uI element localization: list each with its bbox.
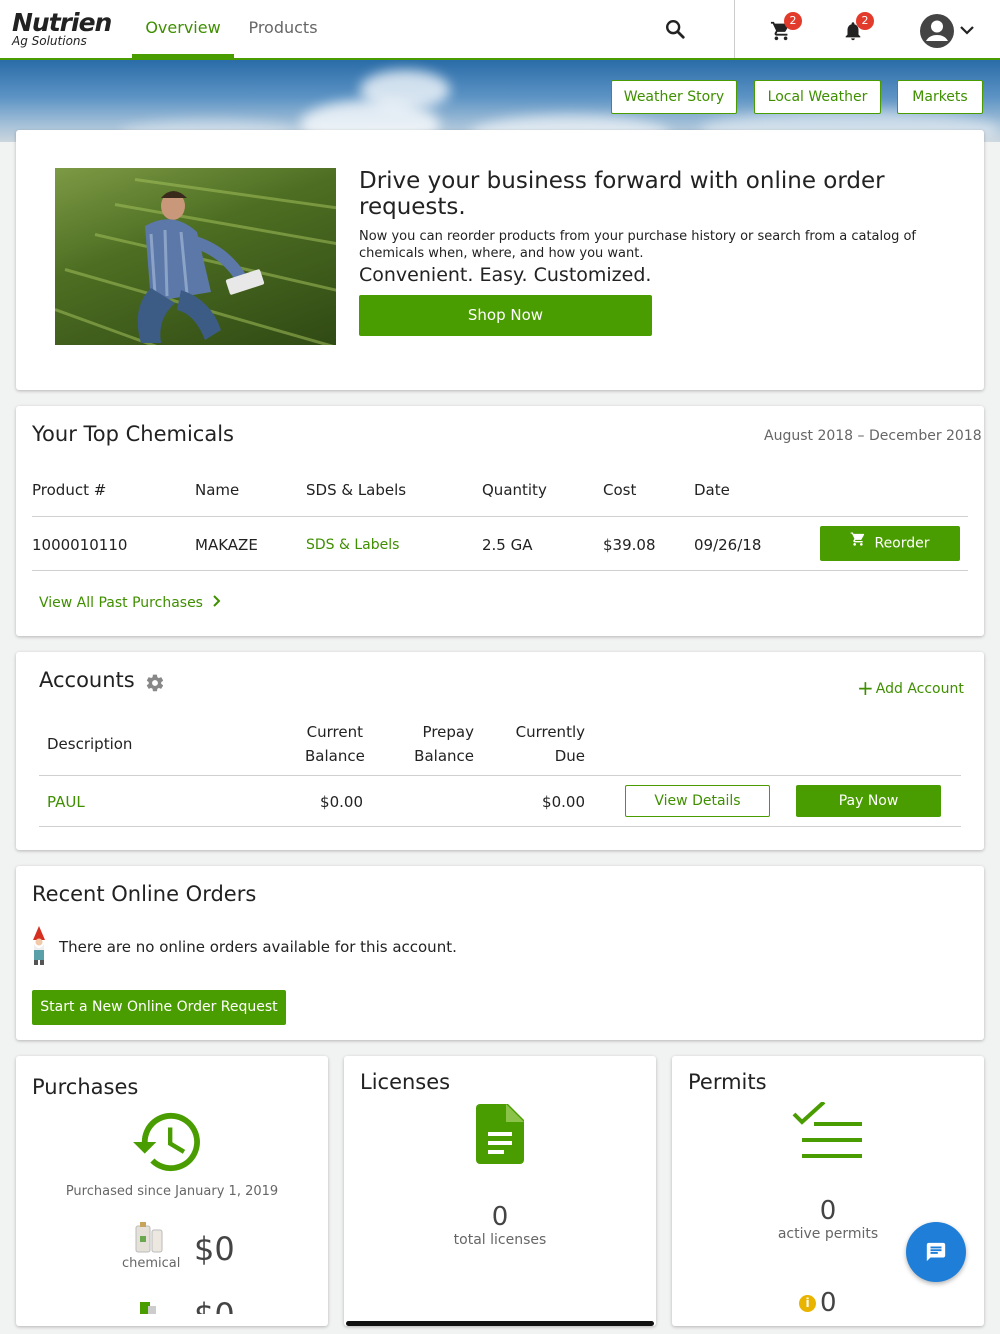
column-header-sds: SDS & Labels (306, 481, 407, 499)
no-orders-message: There are no online orders available for… (59, 938, 457, 956)
checklist-icon (792, 1100, 864, 1168)
view-all-label: View All Past Purchases (39, 595, 203, 611)
chemical-label: chemical (122, 1256, 181, 1271)
cart-count-badge: 2 (784, 12, 802, 30)
column-header-description: Description (47, 735, 133, 753)
purchases-since-text: Purchased since January 1, 2019 (65, 1184, 279, 1199)
table-header-divider (32, 516, 968, 517)
account-name-link[interactable]: PAUL (47, 793, 85, 811)
weather-story-button[interactable]: Weather Story (611, 80, 737, 114)
sds-labels-link[interactable]: SDS & Labels (306, 537, 399, 553)
notifications-button[interactable]: 2 (838, 12, 874, 46)
info-warning-icon: i (799, 1295, 816, 1312)
home-indicator (346, 1321, 654, 1326)
chevron-down-icon[interactable] (956, 15, 978, 45)
column-header-date: Date (694, 481, 730, 499)
start-new-order-button[interactable]: Start a New Online Order Request (32, 990, 286, 1025)
history-icon (132, 1110, 204, 1178)
tab-overview[interactable]: Overview (132, 0, 234, 58)
tab-products[interactable]: Products (236, 0, 330, 58)
column-header-current-2: Balance (305, 747, 365, 765)
chat-icon (926, 1242, 946, 1262)
add-account-button[interactable]: + Add Account (857, 676, 964, 700)
local-weather-button[interactable]: Local Weather (754, 80, 881, 114)
notification-count-badge: 2 (856, 12, 874, 30)
gnome-icon (30, 926, 48, 970)
purchases-second-row: $0 (16, 1296, 328, 1314)
column-header-product: Product # (32, 481, 107, 499)
license-count: 0 (491, 1202, 509, 1232)
column-header-cost: Cost (603, 481, 637, 499)
chat-button[interactable] (906, 1222, 966, 1282)
logo-wordmark: Nutrien (12, 8, 112, 37)
column-header-current-1: Current (306, 723, 363, 741)
cart-button[interactable]: 2 (766, 12, 802, 46)
top-navigation-bar: Nutrien Ag Solutions Overview Products 2… (0, 0, 1000, 60)
plus-icon: + (857, 676, 874, 700)
promo-title: Drive your business forward with online … (359, 168, 885, 220)
top-chemicals-title: Your Top Chemicals (32, 422, 234, 446)
column-header-prepay-1: Prepay (422, 723, 474, 741)
column-header-prepay-2: Balance (414, 747, 474, 765)
promo-tagline: Convenient. Easy. Customized. (359, 264, 652, 286)
view-all-past-purchases-link[interactable]: View All Past Purchases (39, 595, 221, 611)
product-name: MAKAZE (195, 536, 258, 554)
chemical-value: $0 (194, 1230, 235, 1268)
permits-title: Permits (688, 1070, 767, 1094)
column-header-due-1: Currently (515, 723, 585, 741)
promo-description: Now you can reorder products from your p… (359, 229, 916, 261)
add-account-label: Add Account (875, 681, 964, 697)
second-value: $0 (194, 1296, 235, 1314)
chevron-right-icon (213, 595, 221, 611)
permits-card (672, 1056, 984, 1326)
current-balance: $0.00 (320, 793, 363, 811)
column-header-quantity: Quantity (482, 481, 547, 499)
product-cost: $39.08 (603, 536, 656, 554)
accounts-title: Accounts (39, 668, 135, 692)
header-divider (734, 0, 735, 58)
column-header-name: Name (195, 481, 240, 499)
seed-bag-icon (136, 1298, 160, 1314)
promo-farmer-image (55, 168, 336, 345)
chemical-jug-icon (134, 1220, 164, 1258)
search-icon[interactable] (660, 14, 690, 44)
accounts-row-divider (39, 826, 961, 827)
recent-orders-title: Recent Online Orders (32, 882, 257, 906)
licenses-title: Licenses (360, 1070, 451, 1094)
document-icon (476, 1104, 524, 1168)
shop-now-button[interactable]: Shop Now (359, 295, 652, 336)
product-number: 1000010110 (32, 536, 128, 554)
date-range: August 2018 – December 2018 (764, 428, 982, 444)
reorder-label: Reorder (874, 535, 930, 552)
nutrien-logo[interactable]: Nutrien Ag Solutions (12, 8, 112, 48)
license-label: total licenses (453, 1232, 547, 1248)
account-icon[interactable] (918, 12, 956, 50)
table-row-divider (32, 570, 968, 571)
pay-now-button[interactable]: Pay Now (796, 785, 941, 817)
purchase-date: 09/26/18 (694, 536, 762, 554)
accounts-header-divider (39, 775, 961, 776)
licenses-card (344, 1056, 656, 1326)
column-header-due-2: Due (554, 747, 585, 765)
permit-warning-count: 0 (820, 1288, 837, 1318)
cart-icon (850, 526, 866, 561)
reorder-button[interactable]: Reorder (820, 526, 960, 561)
purchases-title: Purchases (32, 1075, 139, 1099)
view-details-button[interactable]: View Details (625, 785, 770, 817)
currently-due: $0.00 (542, 793, 585, 811)
product-quantity: 2.5 GA (482, 536, 533, 554)
markets-button[interactable]: Markets (897, 80, 983, 114)
gear-icon[interactable] (145, 673, 165, 697)
